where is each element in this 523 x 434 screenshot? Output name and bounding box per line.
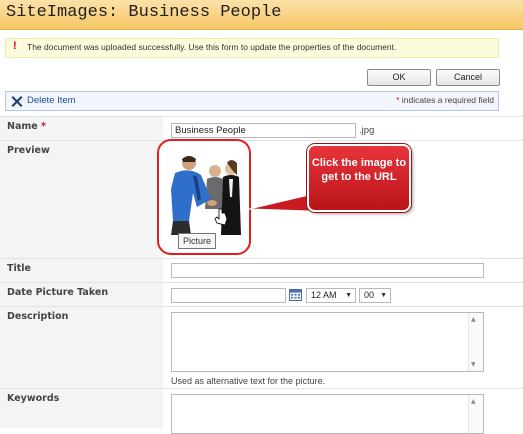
cancel-button[interactable]: Cancel [436, 69, 500, 86]
callout-pointer [249, 195, 309, 212]
status-text: The document was uploaded successfully. … [27, 42, 397, 52]
required-field-note: * indicates a required field [396, 95, 494, 105]
chevron-down-icon: ▼ [380, 292, 387, 299]
file-extension: .jpg [359, 125, 375, 136]
scroll-up-icon[interactable]: ▲ [471, 316, 476, 323]
preview-label: Preview [7, 145, 50, 156]
scroll-down-icon[interactable]: ▼ [471, 361, 476, 368]
scroll-up-icon[interactable]: ▲ [471, 398, 476, 405]
chevron-down-icon: ▼ [345, 292, 352, 299]
name-label: Name * [7, 121, 46, 132]
description-label: Description [7, 311, 69, 322]
business-people-picture[interactable] [167, 149, 241, 235]
keywords-scrollbar[interactable]: ▲ [468, 395, 483, 433]
title-input[interactable] [171, 263, 484, 278]
description-hint: Used as alternative text for the picture… [171, 376, 326, 386]
delete-icon [11, 96, 23, 107]
form-row-date: Date Picture Taken 12 AM ▼ 00 ▼ [0, 282, 523, 306]
minute-value: 00 [364, 290, 375, 300]
title-bar: SiteImages: Business People [0, 0, 523, 30]
description-scrollbar[interactable]: ▲ ▼ [468, 313, 483, 371]
preview-highlight: Picture [157, 139, 251, 255]
hour-select[interactable]: 12 AM ▼ [306, 288, 356, 303]
exclamation-icon: ! [13, 40, 17, 52]
form-row-title: Title [0, 258, 523, 282]
calendar-icon[interactable] [289, 289, 302, 301]
required-note-text: indicates a required field [399, 95, 494, 105]
name-required-star: * [41, 121, 46, 132]
description-textarea[interactable]: ▲ ▼ [171, 312, 484, 372]
title-label: Title [7, 263, 31, 274]
name-input[interactable]: Business People [171, 123, 356, 138]
item-toolbar: Delete Item * indicates a required field [5, 91, 499, 111]
date-taken-label: Date Picture Taken [7, 287, 109, 298]
ok-button[interactable]: OK [367, 69, 431, 86]
keywords-textarea[interactable]: ▲ [171, 394, 484, 434]
form-row-name: Name * Business People .jpg [0, 116, 523, 140]
keywords-label: Keywords [7, 393, 60, 404]
instruction-callout: Click the image to get to the URL [307, 144, 411, 212]
picture-tooltip: Picture [178, 233, 217, 249]
minute-select[interactable]: 00 ▼ [359, 288, 391, 303]
status-message: ! The document was uploaded successfully… [5, 38, 499, 58]
delete-item-label: Delete Item [27, 95, 76, 106]
date-input[interactable] [171, 288, 286, 303]
form-row-description: Description ▲ ▼ Used as alternative text… [0, 306, 523, 388]
form-row-keywords: Keywords ▲ [0, 388, 523, 434]
hour-value: 12 AM [311, 290, 337, 300]
page-title: SiteImages: Business People [6, 3, 282, 22]
